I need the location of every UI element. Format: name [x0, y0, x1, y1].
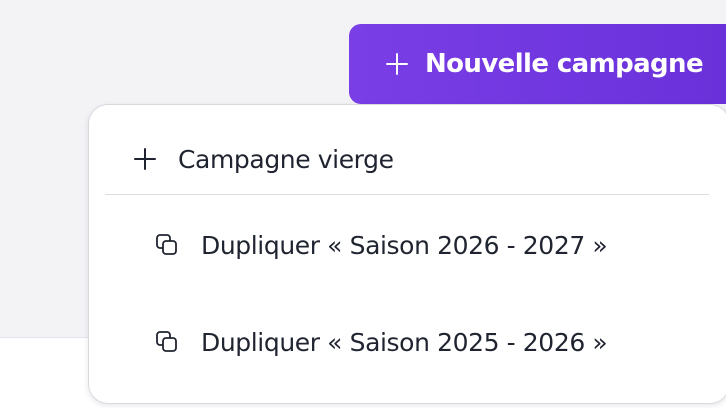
new-campaign-label: Nouvelle campagne — [425, 49, 704, 79]
menu-item-duplicate-2026-2027[interactable]: Dupliquer « Saison 2026 - 2027 » — [155, 227, 608, 263]
menu-item-label: Campagne vierge — [178, 144, 394, 174]
menu-item-blank-campaign[interactable]: Campagne vierge — [133, 141, 394, 177]
menu-divider — [105, 194, 709, 195]
new-campaign-dropdown-menu: Campagne vierge Dupliquer « Saison 2026 … — [88, 104, 726, 404]
new-campaign-button[interactable]: Nouvelle campagne — [349, 24, 726, 104]
menu-item-label: Dupliquer « Saison 2025 - 2026 » — [201, 327, 608, 357]
plus-icon — [385, 52, 409, 76]
copy-icon — [155, 233, 179, 257]
menu-item-label: Dupliquer « Saison 2026 - 2027 » — [201, 230, 608, 260]
plus-icon — [133, 147, 157, 171]
menu-item-duplicate-2025-2026[interactable]: Dupliquer « Saison 2025 - 2026 » — [155, 324, 608, 360]
copy-icon — [155, 330, 179, 354]
